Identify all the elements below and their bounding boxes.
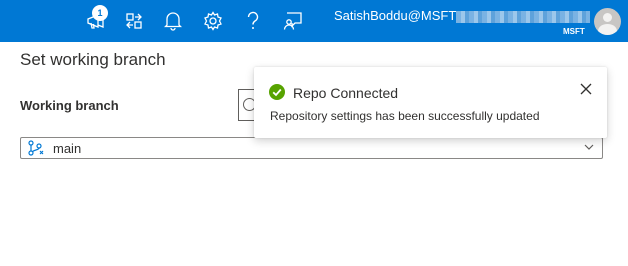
notification-toast: Repo Connected Repository settings has b… xyxy=(254,67,607,138)
bell-icon xyxy=(164,12,182,31)
top-bar: 1 SatishBoddu@MSFT MSFT xyxy=(0,0,628,42)
toast-title: Repo Connected xyxy=(293,85,399,101)
chevron-down-icon xyxy=(584,144,594,150)
success-check-icon xyxy=(269,84,285,100)
avatar[interactable] xyxy=(594,8,621,35)
branch-value: main xyxy=(53,141,82,156)
account-name[interactable]: SatishBoddu@MSFT xyxy=(334,8,456,23)
account-org: MSFT xyxy=(563,27,585,36)
help-icon xyxy=(247,11,259,29)
git-branch-icon xyxy=(28,140,44,156)
help-button[interactable] xyxy=(241,9,265,33)
person-feedback-icon xyxy=(283,12,302,30)
feedback-button[interactable] xyxy=(281,9,305,33)
gear-icon xyxy=(204,11,222,31)
close-icon[interactable] xyxy=(580,83,592,95)
working-branch-label: Working branch xyxy=(20,98,119,113)
notifications-button[interactable] xyxy=(161,9,185,33)
settings-button[interactable] xyxy=(201,9,225,33)
page-title: Set working branch xyxy=(20,50,166,69)
working-branch-dropdown[interactable]: main xyxy=(20,137,603,159)
toast-message: Repository settings has been successfull… xyxy=(270,109,540,123)
settings-switch-icon xyxy=(126,13,142,29)
redacted-account-text xyxy=(456,11,590,23)
notification-badge: 1 xyxy=(92,5,108,21)
directory-switch-button[interactable] xyxy=(122,9,146,33)
